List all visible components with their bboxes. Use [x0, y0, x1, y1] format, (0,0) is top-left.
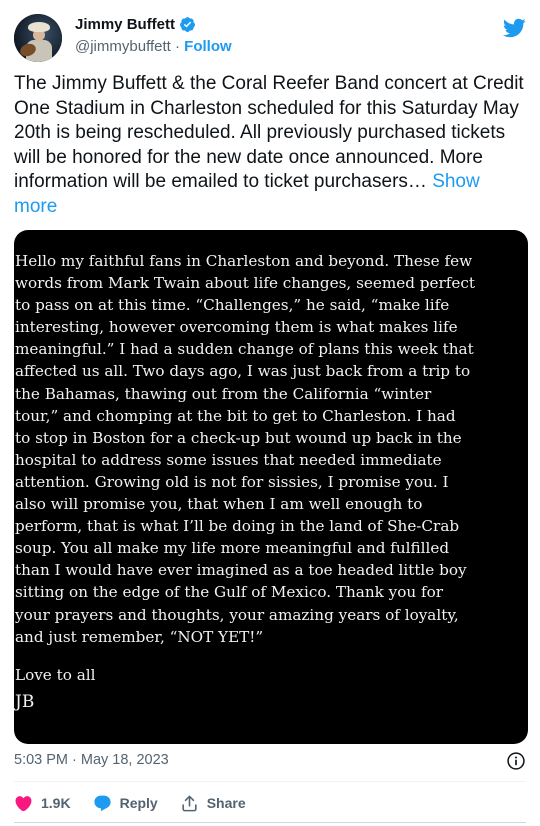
like-count: 1.9K — [41, 795, 71, 811]
author-name[interactable]: Jimmy Buffett — [75, 16, 175, 33]
divider — [14, 781, 526, 782]
author-name-line: Jimmy Buffett — [75, 16, 196, 33]
verified-badge-icon — [180, 17, 195, 32]
share-icon — [182, 795, 197, 811]
letter-signature: JB — [15, 692, 35, 712]
share-button[interactable]: Share — [180, 794, 246, 813]
tweet-header: Jimmy Buffett @jimmybuffett · Follow — [14, 14, 526, 62]
letter-closing: Love to all — [15, 666, 96, 684]
letter-body: Hello my faithful fans in Charleston and… — [15, 252, 475, 646]
reply-button[interactable]: Reply — [93, 794, 158, 813]
like-button[interactable]: 1.9K — [14, 794, 71, 813]
bottom-divider — [14, 822, 526, 823]
follow-button[interactable]: Follow — [184, 38, 232, 55]
author-handle-line: @jimmybuffett · Follow — [75, 38, 232, 55]
tweet-timestamp[interactable]: 5:03 PM · May 18, 2023 — [14, 752, 169, 768]
reply-bubble-icon — [93, 795, 111, 811]
separator-dot: · — [174, 38, 180, 55]
share-label: Share — [206, 795, 246, 811]
avatar[interactable] — [14, 14, 62, 62]
reply-label: Reply — [119, 795, 158, 811]
author-handle[interactable]: @jimmybuffett — [75, 38, 171, 55]
letter-image[interactable]: Hello my faithful fans in Charleston and… — [14, 230, 528, 744]
action-bar: 1.9K Reply Share — [14, 790, 268, 816]
heart-icon — [15, 795, 32, 811]
tweet-text: The Jimmy Buffett & the Coral Reefer Ban… — [14, 72, 526, 219]
info-icon[interactable] — [506, 751, 526, 771]
twitter-bird-icon[interactable] — [502, 16, 526, 40]
